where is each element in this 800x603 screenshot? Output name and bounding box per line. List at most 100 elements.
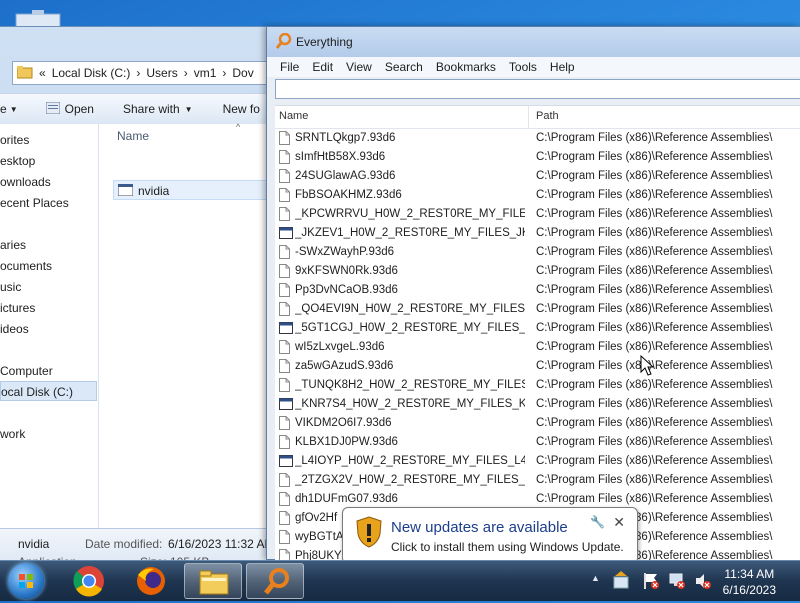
breadcrumb-users[interactable]: Users	[146, 66, 177, 80]
result-row[interactable]: za5wGAzudS.93d6 C:\Program Files (x86)\Re…	[275, 357, 800, 376]
window-icon	[279, 226, 293, 240]
close-icon[interactable]: ✕	[613, 514, 625, 531]
address-bar[interactable]: « Local Disk (C:) › Users › vm1 › Dov	[12, 61, 274, 85]
file-list: ^ Name nvidia	[99, 122, 272, 528]
network-icon[interactable]	[668, 572, 686, 593]
nav-music[interactable]: usic	[0, 280, 21, 294]
file-icon	[279, 435, 290, 449]
result-path: C:\Program Files (x86)\Reference Assembl…	[536, 322, 773, 334]
nav-favorites[interactable]: orites	[0, 133, 29, 147]
nav-recent-places[interactable]: ecent Places	[0, 196, 69, 210]
search-input[interactable]	[275, 79, 800, 99]
application-icon	[117, 183, 134, 199]
result-row[interactable]: _KPCWRRVU_H0W_2_REST0RE_MY_FILES_... C:\P…	[275, 205, 800, 224]
chevron-down-icon: ▼	[184, 104, 193, 114]
file-icon	[279, 150, 290, 164]
result-row[interactable]: _5GT1CGJ_H0W_2_REST0RE_MY_FILES_5G... C:\…	[275, 319, 800, 338]
file-icon	[279, 492, 290, 506]
result-path: C:\Program Files (x86)\Reference Assembl…	[536, 303, 773, 315]
result-row[interactable]: KLBX1DJ0PW.93d6 C:\Program Files (x86)\Re…	[275, 433, 800, 452]
windows-update-tray-icon[interactable]	[612, 571, 630, 594]
column-header-name[interactable]: Name	[279, 110, 308, 122]
result-row[interactable]: 24SUGlawAG.93d6 C:\Program Files (x86)\Re…	[275, 167, 800, 186]
result-name: Pp3DvNCaOB.93d6	[295, 284, 398, 296]
result-row[interactable]: 9xKFSWN0Rk.93d6 C:\Program Files (x86)\Re…	[275, 262, 800, 281]
result-name: _JKZEV1_H0W_2_REST0RE_MY_FILES_JKZE...	[295, 227, 525, 239]
result-row[interactable]: -SWxZWayhP.93d6 C:\Program Files (x86)\Re…	[275, 243, 800, 262]
result-name: _QO4EVI9N_H0W_2_REST0RE_MY_FILES_Q...	[295, 303, 525, 315]
result-row[interactable]: Pp3DvNCaOB.93d6 C:\Program Files (x86)\Re…	[275, 281, 800, 300]
breadcrumb-separator-icon: ›	[136, 66, 141, 80]
nav-documents[interactable]: ocuments	[0, 259, 52, 273]
nav-network[interactable]: work	[0, 427, 25, 441]
menu-bookmarks[interactable]: Bookmarks	[436, 60, 496, 74]
file-icon	[279, 264, 290, 278]
nav-pictures[interactable]: ictures	[0, 301, 35, 315]
windows-update-notification[interactable]: New updates are available Click to insta…	[342, 507, 638, 564]
nav-downloads[interactable]: ownloads	[0, 175, 51, 189]
start-orb-icon[interactable]	[8, 563, 44, 599]
show-hidden-icons-arrow[interactable]: ▲	[591, 573, 600, 583]
taskbar: ▲ 11:34 AM 6/16/2023	[0, 560, 800, 601]
title-bar[interactable]: Everything	[267, 27, 800, 57]
share-with-button[interactable]: Share with	[123, 102, 180, 116]
open-button-icon	[45, 101, 61, 117]
menu-view[interactable]: View	[346, 60, 372, 74]
result-row[interactable]: _L4IOYP_H0W_2_REST0RE_MY_FILES_L4IO... C:…	[275, 452, 800, 471]
nav-videos[interactable]: ideos	[0, 322, 29, 336]
nav-computer[interactable]: Computer	[0, 364, 53, 378]
column-divider[interactable]	[528, 106, 529, 128]
result-row[interactable]: VIKDM2O6I7.93d6 C:\Program Files (x86)\Re…	[275, 414, 800, 433]
notification-text: Click to install them using Windows Upda…	[391, 540, 624, 554]
result-row[interactable]: FbBSOAKHMZ.93d6 C:\Program Files (x86)\Re…	[275, 186, 800, 205]
result-row[interactable]: _KNR7S4_H0W_2_REST0RE_MY_FILES_KNR... C:\…	[275, 395, 800, 414]
result-path: C:\Program Files (x86)\Reference Assembl…	[536, 455, 773, 467]
result-row[interactable]: SRNTLQkgp7.93d6 C:\Program Files (x86)\Re…	[275, 129, 800, 148]
menu-tools[interactable]: Tools	[509, 60, 537, 74]
new-folder-button[interactable]: New fo	[223, 102, 260, 116]
result-path: C:\Program Files (x86)\Reference Assembl…	[536, 132, 773, 144]
menu-file[interactable]: File	[280, 60, 299, 74]
address-chevron[interactable]: «	[39, 66, 46, 80]
result-row[interactable]: wI5zLxvgeL.93d6 C:\Program Files (x86)\Re…	[275, 338, 800, 357]
nav-libraries[interactable]: aries	[0, 238, 26, 252]
result-row[interactable]: _JKZEV1_H0W_2_REST0RE_MY_FILES_JKZE... C:…	[275, 224, 800, 243]
options-wrench-icon[interactable]: 🔧	[590, 515, 605, 529]
menu-edit[interactable]: Edit	[312, 60, 333, 74]
nav-desktop[interactable]: esktop	[0, 154, 35, 168]
breadcrumb-vm1[interactable]: vm1	[194, 66, 217, 80]
result-row[interactable]: sImfHtB58X.93d6 C:\Program Files (x86)\Re…	[275, 148, 800, 167]
volume-muted-icon[interactable]	[694, 572, 712, 593]
breadcrumb-downloads[interactable]: Dov	[232, 66, 253, 80]
everything-window: Everything File Edit View Search Bookmar…	[266, 26, 800, 563]
system-clock[interactable]: 11:34 AM 6/16/2023	[723, 566, 776, 598]
result-row[interactable]: _QO4EVI9N_H0W_2_REST0RE_MY_FILES_Q... C:\…	[275, 300, 800, 319]
result-path: C:\Program Files (x86)\Reference Assembl…	[536, 474, 773, 486]
everything-search-icon[interactable]	[246, 563, 304, 599]
action-center-flag-icon[interactable]	[642, 572, 660, 593]
result-name: 24SUGlawAG.93d6	[295, 170, 396, 182]
result-name: _5GT1CGJ_H0W_2_REST0RE_MY_FILES_5G...	[295, 322, 525, 334]
column-header-name[interactable]: Name	[117, 129, 149, 143]
clock-date: 6/16/2023	[722, 583, 776, 597]
organize-button[interactable]: e	[0, 102, 7, 116]
result-path: C:\Program Files (x86)\Reference Assembl…	[536, 246, 773, 258]
open-button[interactable]: Open	[65, 102, 94, 116]
firefox-icon[interactable]	[122, 563, 180, 599]
column-header-path[interactable]: Path	[536, 110, 559, 122]
breadcrumb-local-disk[interactable]: Local Disk (C:)	[52, 66, 131, 80]
result-row[interactable]: _TUNQK8H2_H0W_2_REST0RE_MY_FILES_... C:\P…	[275, 376, 800, 395]
file-icon	[279, 378, 290, 392]
chrome-icon[interactable]	[60, 563, 118, 599]
result-path: C:\Program Files (x86)\Reference Assembl…	[536, 151, 773, 163]
file-item-nvidia[interactable]: nvidia	[113, 180, 272, 200]
result-path: C:\Program Files (x86)\Reference Assembl…	[536, 208, 773, 220]
navigation-pane: orites esktop ownloads ecent Places arie…	[0, 124, 99, 528]
menu-search[interactable]: Search	[385, 60, 423, 74]
file-explorer-icon[interactable]	[184, 563, 242, 599]
result-name: _TUNQK8H2_H0W_2_REST0RE_MY_FILES_...	[295, 379, 525, 391]
nav-local-disk-selected[interactable]: ocal Disk (C:)	[0, 381, 97, 401]
menu-help[interactable]: Help	[550, 60, 575, 74]
result-row[interactable]: _2TZGX2V_H0W_2_REST0RE_MY_FILES_2T... C:\…	[275, 471, 800, 490]
result-name: _KNR7S4_H0W_2_REST0RE_MY_FILES_KNR...	[295, 398, 525, 410]
